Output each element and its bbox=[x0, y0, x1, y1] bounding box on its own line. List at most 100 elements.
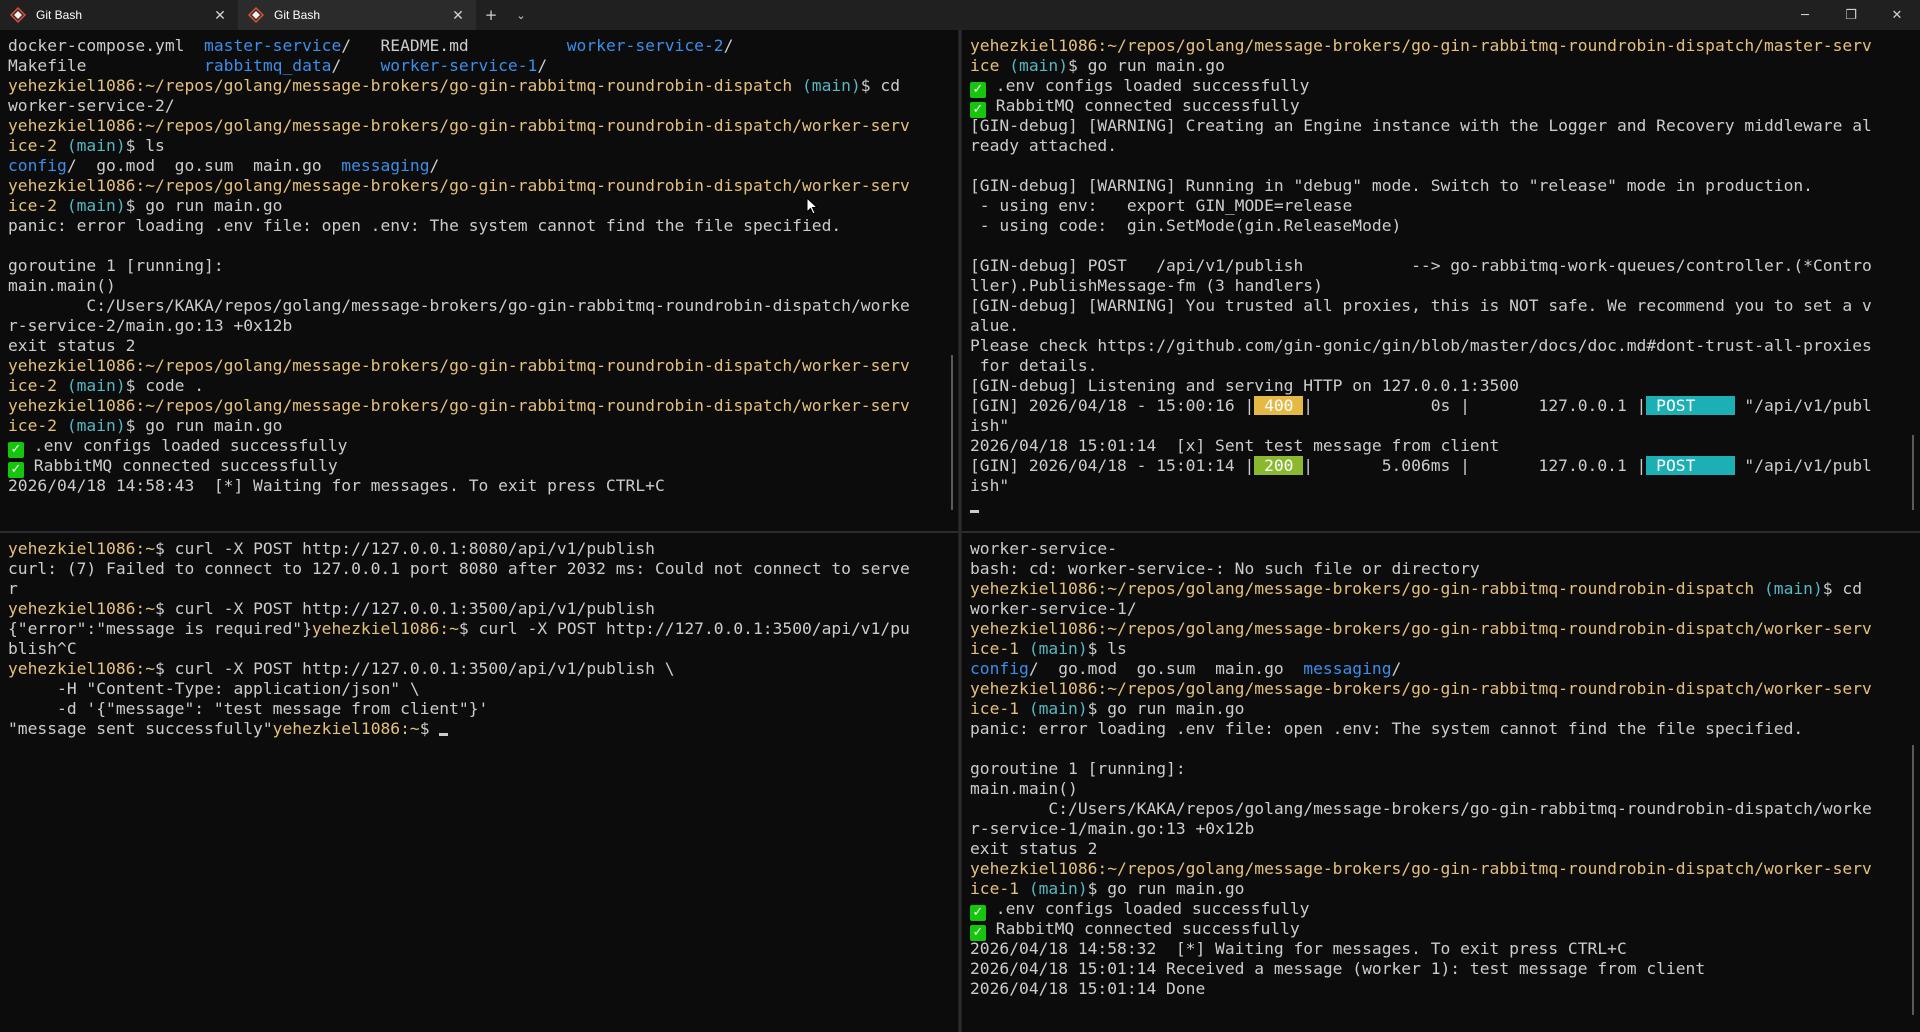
terminal-line: yehezkiel1086:~/repos/golang/message-bro… bbox=[8, 396, 958, 416]
terminal-line: ready attached. bbox=[970, 136, 1920, 156]
terminal-pane-bottom-left[interactable]: yehezkiel1086:~$ curl -X POST http://127… bbox=[0, 533, 958, 1032]
terminal-text: RabbitMQ connected successfully bbox=[986, 919, 1300, 938]
terminal-line: ice-1 (main)$ go run main.go bbox=[970, 879, 1920, 899]
terminal-text: r-service-1/main.go:13 +0x12b bbox=[970, 819, 1255, 838]
terminal-text: yehezkiel1086:~ bbox=[8, 599, 156, 618]
terminal-text: main.main() bbox=[8, 276, 116, 295]
terminal-text: 2026/04/18 14:58:32 [*] Waiting for mess… bbox=[970, 939, 1627, 958]
terminal-line: [GIN-debug] [WARNING] You trusted all pr… bbox=[970, 296, 1920, 316]
tab-close-icon[interactable]: ✕ bbox=[212, 7, 228, 24]
git-bash-icon bbox=[248, 7, 264, 23]
terminal-line: yehezkiel1086:~$ curl -X POST http://127… bbox=[8, 599, 958, 619]
terminal-text: yehezkiel1086:~/repos/golang/message-bro… bbox=[970, 619, 1872, 638]
terminal-text: / README.md bbox=[341, 36, 567, 55]
terminal-text: .env configs loaded successfully bbox=[986, 899, 1310, 918]
terminal-text: r bbox=[8, 579, 18, 598]
terminal-line: 2026/04/18 14:58:32 [*] Waiting for mess… bbox=[970, 939, 1920, 959]
terminal-line bbox=[970, 496, 1920, 516]
terminal-line: yehezkiel1086:~/repos/golang/message-bro… bbox=[970, 579, 1920, 599]
terminal-text: ish" bbox=[970, 476, 1010, 495]
terminal-text: goroutine 1 [running]: bbox=[8, 256, 224, 275]
terminal-text: RabbitMQ connected successfully bbox=[986, 96, 1300, 115]
terminal-text: docker-compose.yml bbox=[8, 36, 205, 55]
terminal-text: config bbox=[970, 659, 1029, 678]
maximize-button[interactable]: ❐ bbox=[1828, 0, 1874, 30]
new-tab-button[interactable]: + bbox=[476, 0, 506, 30]
terminal-text: - using code: gin.SetMode(gin.ReleaseMod… bbox=[970, 216, 1402, 235]
terminal-text: "/api/v1/publ bbox=[1734, 456, 1872, 475]
terminal-text: ice-1 bbox=[970, 879, 1020, 898]
terminal-text: yehezkiel1086:~/repos/golang/message-bro… bbox=[8, 116, 910, 135]
terminal-text: yehezkiel1086:~/repos/golang/message-bro… bbox=[8, 176, 910, 195]
terminal-line: [GIN-debug] [WARNING] Running in "debug"… bbox=[970, 176, 1920, 196]
terminal-line: main.main() bbox=[970, 779, 1920, 799]
terminal-text: (main) bbox=[792, 76, 861, 95]
terminal-text: master-service bbox=[204, 36, 342, 55]
terminal-text: -d '{"message": "test message from clien… bbox=[8, 699, 489, 718]
terminal-text: / bbox=[429, 156, 440, 175]
terminal-text: $ go run main.go bbox=[1087, 699, 1245, 718]
terminal-line: ✓ RabbitMQ connected successfully bbox=[8, 456, 958, 478]
terminal-text: yehezkiel1086:~/repos/golang/message-bro… bbox=[970, 679, 1872, 698]
terminal-text: [GIN-debug] [WARNING] You trusted all pr… bbox=[970, 296, 1872, 315]
terminal-text: yehezkiel1086:~/repos/golang/message-bro… bbox=[8, 396, 910, 415]
terminal-text: yehezkiel1086:~/repos/golang/message-bro… bbox=[970, 859, 1872, 878]
close-window-button[interactable]: ✕ bbox=[1874, 0, 1920, 30]
title-bar: Git Bash ✕ Git Bash ✕ + ⌄ ─ ❐ ✕ bbox=[0, 0, 1920, 30]
terminal-text: $ go run main.go bbox=[125, 416, 283, 435]
terminal-text: .env configs loaded successfully bbox=[24, 436, 348, 455]
terminal-line: 2026/04/18 15:01:14 [x] Sent test messag… bbox=[970, 436, 1920, 456]
terminal-text: - using env: export GIN_MODE=release bbox=[970, 196, 1353, 215]
terminal-text: (main) bbox=[57, 376, 126, 395]
terminal-text: yehezkiel1086:~/repos/golang/message-bro… bbox=[970, 36, 1872, 55]
terminal-line: r-service-2/main.go:13 +0x12b bbox=[8, 316, 958, 336]
terminal-text: / go.mod go.sum main.go bbox=[66, 156, 342, 175]
terminal-text: config bbox=[8, 156, 67, 175]
terminal-text: ish" bbox=[970, 416, 1010, 435]
tab-git-bash-1[interactable]: Git Bash ✕ bbox=[0, 0, 238, 30]
terminal-text: rabbitmq_data bbox=[204, 56, 332, 75]
terminal-line: 2026/04/18 15:01:14 Received a message (… bbox=[970, 959, 1920, 979]
terminal-pane-bottom-right[interactable]: worker-service-bash: cd: worker-service-… bbox=[962, 533, 1920, 1032]
terminal-text: / bbox=[1391, 659, 1402, 678]
terminal-line: ish" bbox=[970, 476, 1920, 496]
terminal-text: [GIN-debug] [WARNING] Creating an Engine… bbox=[970, 116, 1872, 135]
terminal-line: yehezkiel1086:~/repos/golang/message-bro… bbox=[970, 859, 1920, 879]
terminal-line: yehezkiel1086:~/repos/golang/message-bro… bbox=[970, 619, 1920, 639]
pane-divider-vertical[interactable] bbox=[958, 30, 962, 1032]
terminal-text: $ cd bbox=[1822, 579, 1863, 598]
terminal-text: worker-service-2 bbox=[566, 36, 724, 55]
terminal-text: $ cd bbox=[860, 76, 901, 95]
tab-git-bash-2[interactable]: Git Bash ✕ bbox=[238, 0, 476, 30]
minimize-button[interactable]: ─ bbox=[1782, 0, 1828, 30]
scrollbar-thumb[interactable] bbox=[1912, 435, 1914, 510]
scrollbar-thumb[interactable] bbox=[951, 355, 953, 510]
terminal-line: C:/Users/KAKA/repos/golang/message-broke… bbox=[8, 296, 958, 316]
terminal-text: main.main() bbox=[970, 779, 1078, 798]
terminal-line: ice-2 (main)$ go run main.go bbox=[8, 416, 958, 436]
terminal-text: ice-2 bbox=[8, 416, 58, 435]
scrollbar-thumb[interactable] bbox=[1912, 745, 1914, 1015]
mouse-pointer-icon bbox=[806, 197, 818, 215]
terminal-text: -H "Content-Type: application/json" \ bbox=[8, 679, 420, 698]
terminal-line: worker-service- bbox=[970, 539, 1920, 559]
terminal-text: yehezkiel1086:~ bbox=[311, 619, 459, 638]
terminal-text: (main) bbox=[999, 56, 1069, 75]
terminal-line: ice-2 (main)$ ls bbox=[8, 136, 958, 156]
tab-close-icon[interactable]: ✕ bbox=[450, 7, 466, 24]
terminal-text: $ ls bbox=[1087, 639, 1127, 658]
chevron-down-icon[interactable]: ⌄ bbox=[506, 0, 536, 30]
terminal-pane-top-left[interactable]: docker-compose.yml master-service/ READM… bbox=[0, 30, 958, 530]
terminal-text: C:/Users/KAKA/repos/golang/message-broke… bbox=[8, 296, 910, 315]
terminal-text: worker-service- bbox=[970, 539, 1118, 558]
terminal-line: ✓ RabbitMQ connected successfully bbox=[970, 96, 1920, 118]
terminal-line: [GIN] 2026/04/18 - 15:01:14 | 200 | 5.00… bbox=[970, 456, 1920, 476]
terminal-text: / go.mod go.sum main.go bbox=[1028, 659, 1304, 678]
terminal-line: yehezkiel1086:~$ curl -X POST http://127… bbox=[8, 539, 958, 559]
terminal-text: yehezkiel1086:~/repos/golang/message-bro… bbox=[8, 356, 910, 375]
terminal-pane-top-right[interactable]: yehezkiel1086:~/repos/golang/message-bro… bbox=[962, 30, 1920, 530]
terminal-line: panic: error loading .env file: open .en… bbox=[970, 719, 1920, 739]
